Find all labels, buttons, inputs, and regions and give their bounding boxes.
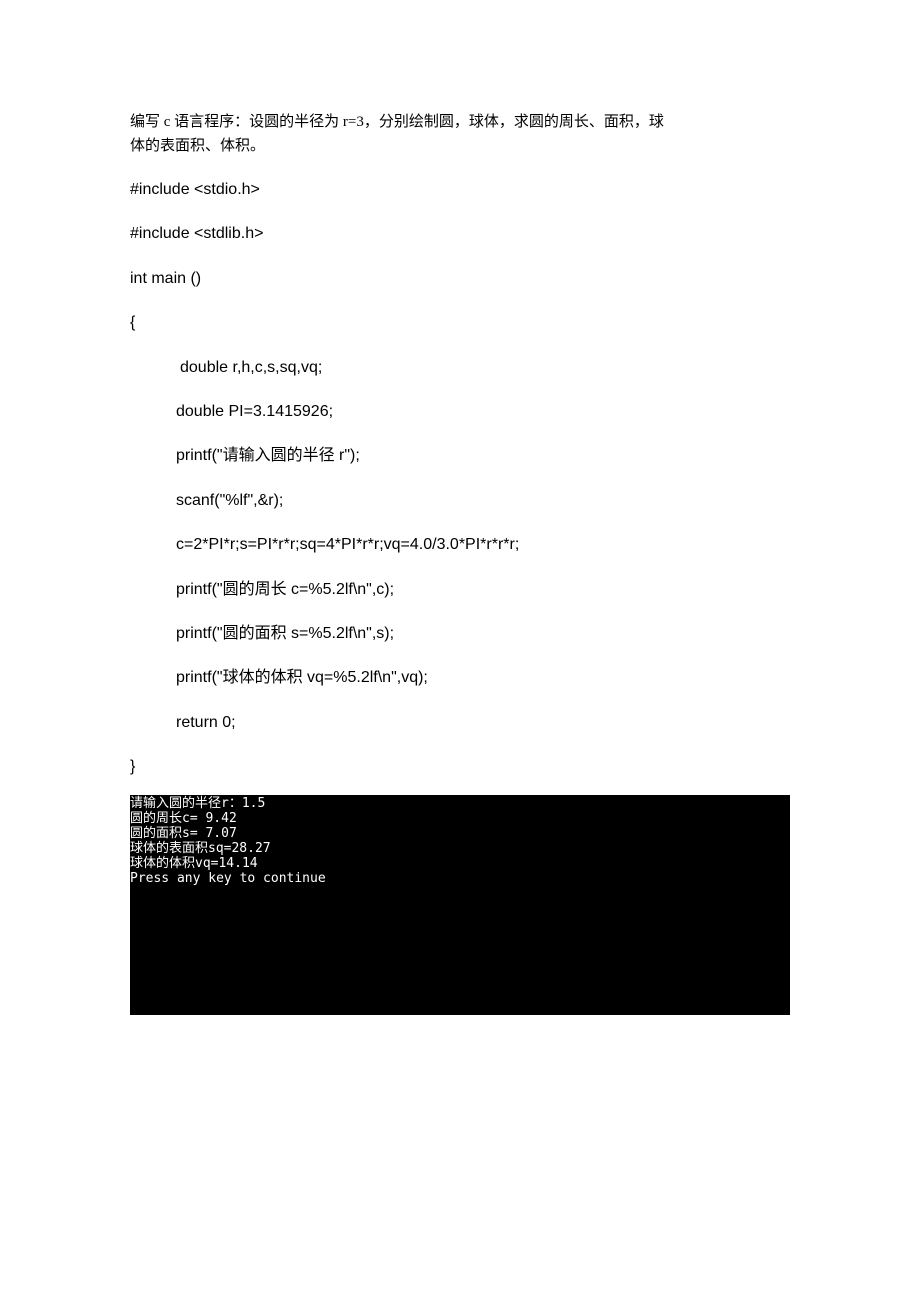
code-line-pi: double PI=3.1415926; <box>130 390 790 434</box>
terminal-output: 请输入圆的半径r：1.5 圆的周长c= 9.42 圆的面积s= 7.07 球体的… <box>130 795 790 1015</box>
code-line-printf-prompt: printf("请输入圆的半径 r"); <box>130 434 790 478</box>
code-line-open-brace: { <box>130 301 790 345</box>
problem-statement: 编写 c 语言程序：设圆的半径为 r=3，分别绘制圆，球体，求圆的周长、面积，球… <box>130 110 790 158</box>
code-line-declare-vars: double r,h,c,s,sq,vq; <box>130 346 790 390</box>
code-line-include-stdio: #include <stdio.h> <box>130 168 790 212</box>
problem-line-2: 体的表面积、体积。 <box>130 138 265 154</box>
terminal-line-continue: Press any key to continue <box>130 872 790 887</box>
code-line-include-stdlib: #include <stdlib.h> <box>130 212 790 256</box>
code-line-main: int main () <box>130 257 790 301</box>
problem-line-1: 编写 c 语言程序：设圆的半径为 r=3，分别绘制圆，球体，求圆的周长、面积，球 <box>130 114 664 130</box>
code-line-printf-c: printf("圆的周长 c=%5.2lf\n",c); <box>130 568 790 612</box>
terminal-line-vq: 球体的体积vq=14.14 <box>130 857 790 872</box>
code-line-close-brace: } <box>130 745 790 789</box>
code-line-printf-vq: printf("球体的体积 vq=%5.2lf\n",vq); <box>130 656 790 700</box>
code-line-calc: c=2*PI*r;s=PI*r*r;sq=4*PI*r*r;vq=4.0/3.0… <box>130 523 790 567</box>
code-line-return: return 0; <box>130 701 790 745</box>
code-line-printf-s: printf("圆的面积 s=%5.2lf\n",s); <box>130 612 790 656</box>
code-line-scanf: scanf("%lf",&r); <box>130 479 790 523</box>
terminal-line-sq: 球体的表面积sq=28.27 <box>130 842 790 857</box>
document-page: 编写 c 语言程序：设圆的半径为 r=3，分别绘制圆，球体，求圆的周长、面积，球… <box>0 0 920 1075</box>
